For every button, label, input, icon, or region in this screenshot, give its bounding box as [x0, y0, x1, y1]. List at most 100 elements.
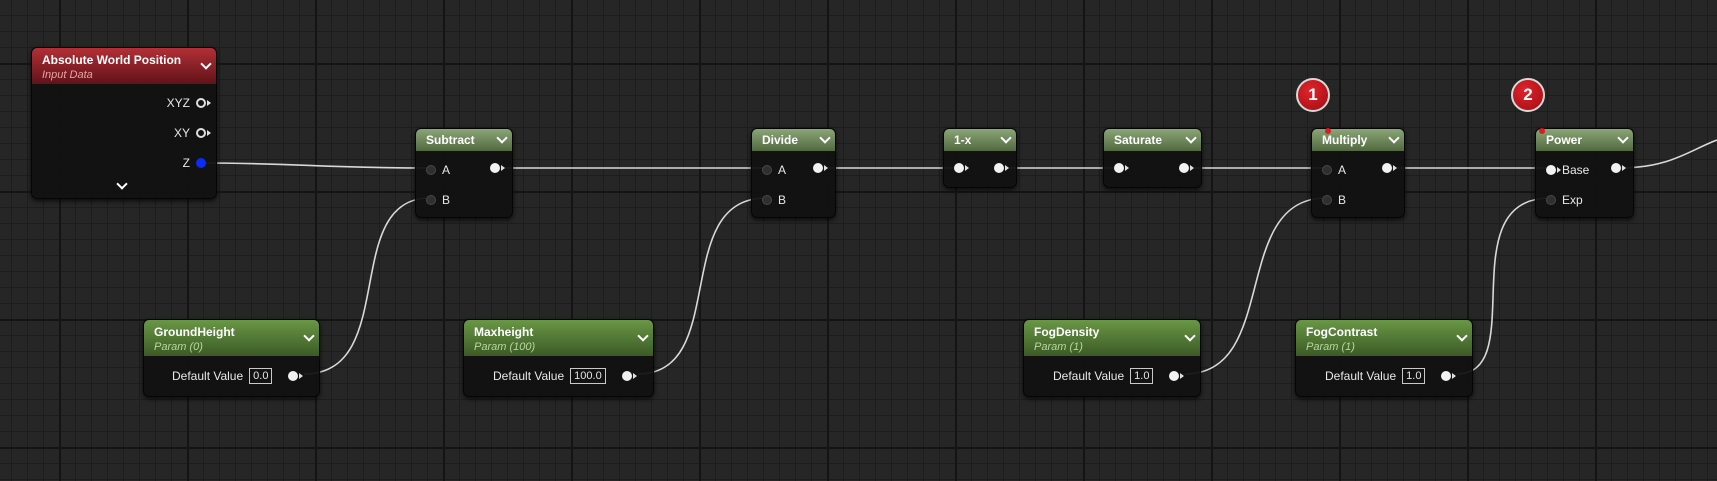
- output-pin[interactable]: [1169, 371, 1185, 381]
- chevron-down-icon[interactable]: [1002, 132, 1010, 142]
- marker-1-dot: [1325, 128, 1331, 134]
- node-header[interactable]: Saturate: [1104, 129, 1201, 151]
- node-header[interactable]: 1-x: [944, 129, 1016, 151]
- output-pin[interactable]: [1179, 163, 1194, 173]
- expand-chevron-icon[interactable]: [118, 178, 126, 188]
- output-pin[interactable]: [288, 371, 304, 381]
- node-title: FogDensity: [1034, 325, 1100, 339]
- input-b-pin[interactable]: [1322, 195, 1332, 205]
- divide-node[interactable]: Divide A B: [751, 128, 836, 218]
- output-pin[interactable]: [490, 163, 505, 173]
- output-pin[interactable]: [1611, 163, 1626, 173]
- input-a-pin[interactable]: [1322, 165, 1332, 175]
- input-base-row: Base: [1546, 163, 1595, 177]
- fogdensity-param-node[interactable]: FogDensity Param (1) Default Value 1.0: [1023, 319, 1201, 397]
- fogcontrast-param-node[interactable]: FogContrast Param (1) Default Value 1.0: [1295, 319, 1473, 397]
- output-pin[interactable]: [994, 163, 1009, 173]
- maxheight-param-node[interactable]: Maxheight Param (100) Default Value 100.…: [463, 319, 654, 397]
- node-subtitle: Param (0): [154, 341, 203, 353]
- output-xy-row: XY: [168, 126, 211, 140]
- multiply-node[interactable]: Multiply A B: [1311, 128, 1405, 218]
- node-header[interactable]: Divide: [752, 129, 835, 151]
- node-title: Maxheight: [474, 325, 534, 339]
- output-pin[interactable]: [1441, 371, 1457, 381]
- node-title: FogContrast: [1306, 325, 1378, 339]
- marker-1: 1: [1296, 78, 1330, 112]
- pin-label: Z: [182, 156, 190, 170]
- node-subtitle: Param (1): [1034, 341, 1083, 353]
- input-row: [1114, 163, 1129, 173]
- marker-2: 2: [1511, 78, 1545, 112]
- output-row: [1611, 163, 1626, 173]
- pin-label: A: [1338, 163, 1347, 177]
- output-xyz-pin[interactable]: [196, 98, 211, 108]
- saturate-node[interactable]: Saturate: [1103, 128, 1202, 188]
- chevron-down-icon[interactable]: [1390, 132, 1398, 142]
- input-pin[interactable]: [1114, 163, 1129, 173]
- output-pin[interactable]: [621, 371, 637, 381]
- default-value-field[interactable]: 1.0: [1402, 368, 1426, 384]
- node-title: 1-x: [954, 133, 972, 147]
- node-subtitle: Param (100): [474, 341, 536, 353]
- output-row: [1179, 163, 1194, 173]
- pin-label: Exp: [1562, 193, 1583, 207]
- pin-label: XYZ: [166, 96, 190, 110]
- default-value-row: Default Value 0.0: [172, 368, 304, 384]
- node-title: Multiply: [1322, 133, 1368, 147]
- default-value-label: Default Value: [172, 369, 244, 383]
- absolute-world-position-node[interactable]: Absolute World Position Input Data XYZ X…: [31, 47, 217, 199]
- node-header[interactable]: FogDensity Param (1): [1024, 320, 1200, 356]
- node-title: Subtract: [426, 133, 475, 147]
- output-z-pin[interactable]: [196, 158, 206, 168]
- chevron-down-icon[interactable]: [1458, 330, 1466, 340]
- default-value-label: Default Value: [1053, 369, 1125, 383]
- groundheight-param-node[interactable]: GroundHeight Param (0) Default Value 0.0: [143, 319, 320, 397]
- node-header[interactable]: FogContrast Param (1): [1296, 320, 1472, 356]
- power-node[interactable]: Power Base Exp: [1535, 128, 1634, 218]
- default-value-row: Default Value 100.0: [493, 368, 637, 384]
- chevron-down-icon[interactable]: [821, 132, 829, 142]
- output-xy-pin[interactable]: [196, 128, 211, 138]
- one-minus-node[interactable]: 1-x: [943, 128, 1017, 188]
- input-exp-row: Exp: [1546, 193, 1589, 207]
- chevron-down-icon[interactable]: [305, 330, 313, 340]
- subtract-node[interactable]: Subtract A B: [415, 128, 513, 218]
- output-row: [813, 163, 828, 173]
- input-b-pin[interactable]: [762, 195, 772, 205]
- input-a-row: A: [762, 163, 792, 177]
- wire-power-output: [1619, 139, 1717, 169]
- output-pin[interactable]: [813, 163, 828, 173]
- output-pin[interactable]: [1382, 163, 1397, 173]
- input-a-pin[interactable]: [762, 165, 772, 175]
- input-pin[interactable]: [954, 163, 969, 173]
- node-header[interactable]: Maxheight Param (100): [464, 320, 653, 356]
- chevron-down-icon[interactable]: [639, 330, 647, 340]
- default-value-field[interactable]: 100.0: [570, 368, 606, 384]
- node-header[interactable]: Absolute World Position Input Data: [32, 48, 216, 84]
- pin-label: A: [442, 163, 451, 177]
- default-value-field[interactable]: 0.0: [249, 368, 273, 384]
- default-value-field[interactable]: 1.0: [1130, 368, 1154, 384]
- node-header[interactable]: Power: [1536, 129, 1633, 151]
- input-base-pin[interactable]: [1546, 165, 1561, 175]
- input-a-row: A: [1322, 163, 1352, 177]
- input-a-pin[interactable]: [426, 165, 436, 175]
- input-b-pin[interactable]: [426, 195, 436, 205]
- node-header[interactable]: GroundHeight Param (0): [144, 320, 319, 356]
- chevron-down-icon[interactable]: [1186, 330, 1194, 340]
- output-z-row: Z: [177, 156, 206, 170]
- pin-label: Base: [1562, 163, 1590, 177]
- node-title: Saturate: [1114, 133, 1163, 147]
- default-value-row: Default Value 1.0: [1053, 368, 1185, 384]
- wire-groundheight-to-subtract-b: [303, 197, 431, 375]
- output-xyz-row: XYZ: [161, 96, 211, 110]
- default-value-row: Default Value 1.0: [1325, 368, 1457, 384]
- chevron-down-icon[interactable]: [498, 132, 506, 142]
- chevron-down-icon[interactable]: [202, 58, 210, 68]
- input-exp-pin[interactable]: [1546, 195, 1556, 205]
- chevron-down-icon[interactable]: [1187, 132, 1195, 142]
- default-value-label: Default Value: [493, 369, 565, 383]
- chevron-down-icon[interactable]: [1619, 132, 1627, 142]
- node-title: Absolute World Position: [42, 53, 182, 67]
- node-header[interactable]: Subtract: [416, 129, 512, 151]
